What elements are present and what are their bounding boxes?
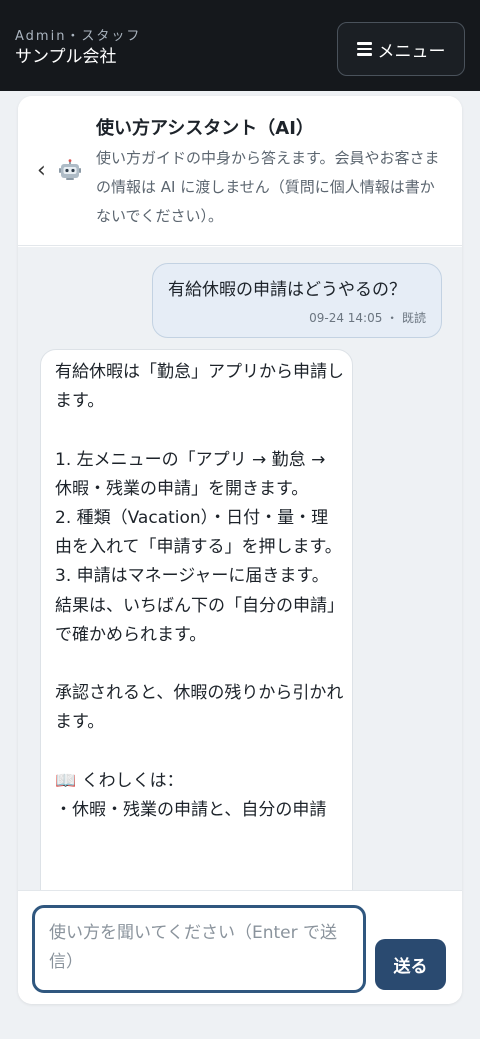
assistant-title: 使い方アシスタント（AI） <box>96 118 314 139</box>
send-button[interactable]: 送る <box>375 939 446 990</box>
user-message: 有給休暇の申請はどうやるの？ 09-24 14:05 ・ 既読 <box>152 263 442 338</box>
chevron-left-icon[interactable]: ‹ <box>37 158 46 183</box>
assistant-message-text: 有給休暇は「勤怠」アプリから申請します。 1. 左メニューの「アプリ → 勤怠 … <box>55 362 344 821</box>
company-name: サンプル会社 <box>15 47 117 67</box>
chat-thread[interactable]: 有給休暇の申請はどうやるの？ 09-24 14:05 ・ 既読 有給休暇は「勤怠… <box>18 247 462 890</box>
message-meta: 09-24 14:05 ・ 既読 <box>309 311 426 325</box>
assistant-card: ‹ 使い方アシスタント（AI） 使い方ガイドの中身から答えます。会員やお客さまの… <box>18 96 462 1004</box>
top-bar: Admin・スタッフ サンプル会社 メニュー <box>0 0 480 91</box>
assistant-description: 使い方ガイドの中身から答えます。会員やお客さまの情報は AI に渡しません（質問… <box>96 149 440 225</box>
composer: 送る <box>18 890 462 1004</box>
assistant-header: ‹ 使い方アシスタント（AI） 使い方ガイドの中身から答えます。会員やお客さまの… <box>18 96 462 246</box>
user-message-text: 有給休暇の申請はどうやるの？ <box>168 280 406 300</box>
hamburger-icon <box>356 42 372 56</box>
menu-button[interactable]: メニュー <box>337 22 465 76</box>
robot-icon <box>59 159 81 180</box>
menu-label: メニュー <box>377 41 446 61</box>
question-input[interactable] <box>32 905 366 993</box>
assistant-message: 有給休暇は「勤怠」アプリから申請します。 1. 左メニューの「アプリ → 勤怠 … <box>40 349 353 890</box>
